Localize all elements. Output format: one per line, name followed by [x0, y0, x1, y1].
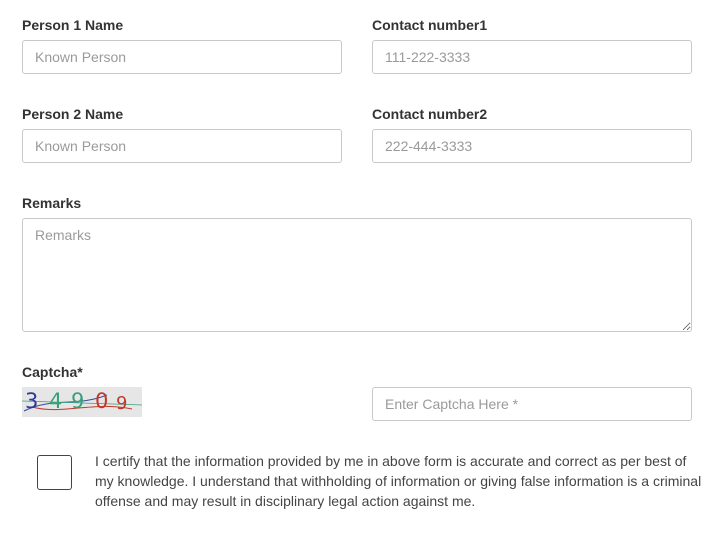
person2-name-label: Person 2 Name — [22, 106, 124, 122]
contact-number1-label: Contact number1 — [372, 17, 488, 33]
remarks-label: Remarks — [22, 195, 82, 211]
contact-number2-input[interactable] — [372, 129, 692, 163]
captcha-label: Captcha* — [22, 364, 83, 380]
certify-checkbox[interactable] — [37, 455, 72, 490]
contact-number1-input[interactable] — [372, 40, 692, 74]
remarks-textarea[interactable] — [22, 218, 692, 332]
captcha-char: 0 — [95, 389, 109, 413]
captcha-input[interactable] — [372, 387, 692, 421]
captcha-char: 4 — [49, 389, 63, 413]
person1-name-label: Person 1 Name — [22, 17, 124, 33]
contact-number2-label: Contact number2 — [372, 106, 488, 122]
captcha-char: 9 — [116, 393, 128, 414]
person2-name-input[interactable] — [22, 129, 342, 163]
captcha-char: 9 — [71, 389, 85, 413]
certification-text: I certify that the information provided … — [95, 453, 702, 509]
person1-name-input[interactable] — [22, 40, 342, 74]
captcha-image: 3 4 9 0 9 — [22, 387, 142, 417]
captcha-char: 3 — [25, 389, 39, 413]
